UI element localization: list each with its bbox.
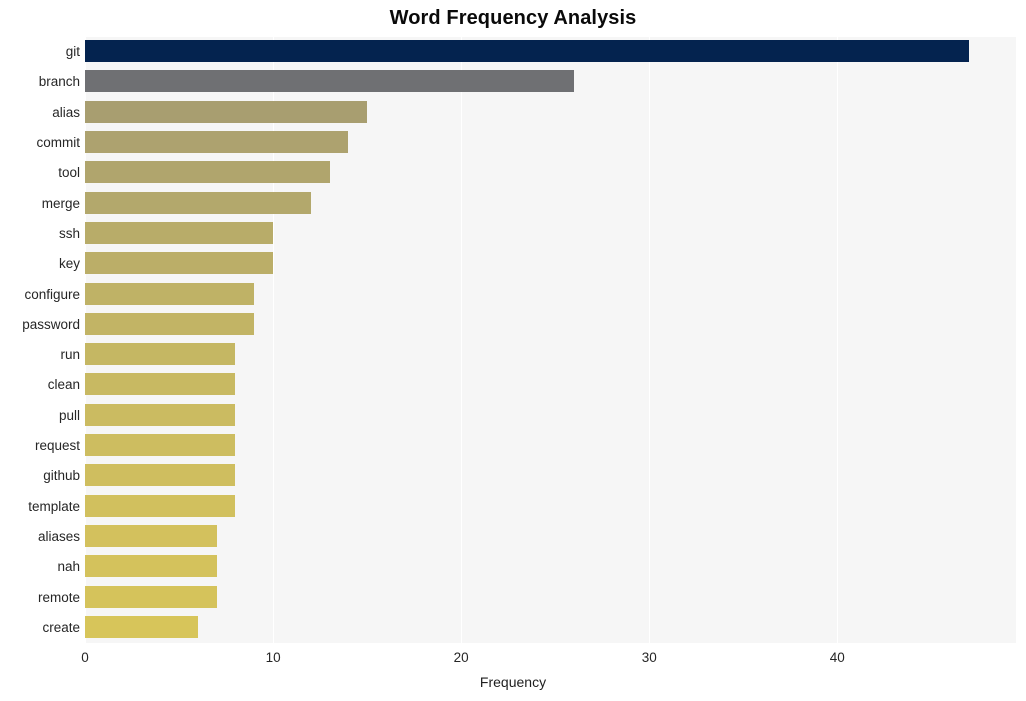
x-tick-label-0: 0 (81, 650, 89, 665)
bar-row (85, 431, 1016, 460)
bar-github[interactable] (85, 464, 236, 487)
bar-row (85, 128, 1016, 157)
bar-row (85, 370, 1016, 399)
bar-row (85, 67, 1016, 96)
y-tick-label-commit: commit (36, 135, 81, 151)
bar-row (85, 522, 1016, 551)
bar-row (85, 613, 1016, 642)
x-tick-label-20: 20 (453, 650, 469, 665)
plot-area (85, 37, 1016, 643)
y-tick-label-key: key (58, 256, 80, 272)
y-tick-label-ssh: ssh (58, 225, 80, 241)
chart-title: Word Frequency Analysis (389, 7, 637, 29)
x-tick-label-40: 40 (829, 650, 845, 665)
y-tick-label-github: github (43, 468, 80, 484)
bar-run[interactable] (85, 343, 236, 366)
y-tick-label-merge: merge (41, 195, 80, 211)
y-tick-label-clean: clean (47, 377, 80, 393)
bar-row (85, 249, 1016, 278)
bar-row (85, 219, 1016, 248)
bar-row (85, 582, 1016, 611)
bar-row (85, 552, 1016, 581)
bar-row (85, 279, 1016, 308)
y-tick-label-configure: configure (24, 286, 80, 302)
bar-row (85, 98, 1016, 127)
bar-create[interactable] (85, 615, 198, 638)
bar-alias[interactable] (85, 100, 368, 123)
bar-git[interactable] (85, 40, 969, 63)
y-tick-label-pull: pull (58, 407, 80, 423)
bar-configure[interactable] (85, 282, 255, 305)
bar-row (85, 158, 1016, 187)
y-tick-label-aliases: aliases (37, 528, 80, 544)
bar-request[interactable] (85, 434, 236, 457)
bar-row (85, 310, 1016, 339)
y-tick-label-branch: branch (38, 74, 80, 90)
y-tick-label-nah: nah (57, 559, 80, 575)
bar-branch[interactable] (85, 70, 574, 93)
y-tick-label-git: git (65, 44, 80, 60)
bar-password[interactable] (85, 312, 255, 335)
x-tick-label-30: 30 (641, 650, 657, 665)
bar-row (85, 189, 1016, 218)
x-tick-label-10: 10 (265, 650, 281, 665)
y-tick-label-request: request (34, 438, 80, 454)
y-tick-label-tool: tool (58, 165, 80, 181)
bar-key[interactable] (85, 252, 274, 275)
bar-remote[interactable] (85, 585, 217, 608)
y-tick-label-create: create (42, 619, 80, 635)
bar-aliases[interactable] (85, 524, 217, 547)
bar-clean[interactable] (85, 373, 236, 396)
bar-row (85, 461, 1016, 490)
word-frequency-chart-figure: Word Frequency Analysis git branch alias co… (0, 0, 1026, 701)
bar-commit[interactable] (85, 131, 349, 154)
bar-ssh[interactable] (85, 221, 274, 244)
y-tick-label-alias: alias (52, 104, 80, 120)
bar-row (85, 340, 1016, 369)
bar-row (85, 37, 1016, 66)
y-tick-label-run: run (60, 347, 80, 363)
x-axis-tick-labels: 0 10 20 30 40 (81, 643, 1016, 673)
bar-row (85, 492, 1016, 521)
x-axis-title: Frequency (479, 674, 547, 690)
bar-row (85, 401, 1016, 430)
y-tick-label-template: template (28, 498, 80, 514)
y-tick-label-password: password (22, 316, 80, 332)
bar-nah[interactable] (85, 555, 217, 578)
bar-pull[interactable] (85, 403, 236, 426)
bar-tool[interactable] (85, 161, 330, 184)
y-axis-tick-labels: git branch alias commit tool merge ssh key confi… (0, 37, 80, 643)
bar-template[interactable] (85, 494, 236, 517)
y-tick-label-remote: remote (37, 589, 80, 605)
bar-merge[interactable] (85, 191, 311, 214)
